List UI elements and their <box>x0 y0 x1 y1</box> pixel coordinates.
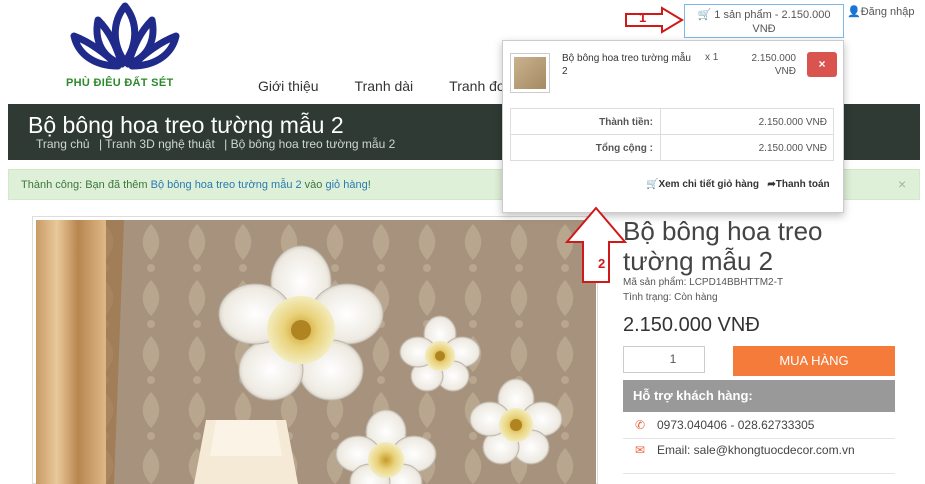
envelope-icon: ✉ <box>635 443 646 457</box>
divider <box>623 473 895 474</box>
alert-prefix: Thành công: Bạn đã thêm <box>21 179 151 191</box>
breadcrumb-home[interactable]: Trang chủ <box>36 137 90 151</box>
view-cart-link[interactable]: 🛒Xem chi tiết giỏ hàng <box>646 179 759 190</box>
breadcrumb-category[interactable]: | Tranh 3D nghệ thuật <box>99 137 215 151</box>
cart-button[interactable]: 🛒 1 sản phẩm - 2.150.000 VNĐ <box>684 4 844 38</box>
contact-email: ✉ Email: sale@khongtuocdecor.com.vn <box>635 443 855 457</box>
product-status: Tình trạng: Còn hàng <box>623 292 718 303</box>
divider <box>623 438 895 439</box>
alert-suffix: ! <box>367 179 371 191</box>
alert-middle: vào <box>301 179 326 191</box>
cart-totals-table: Thành tiền: 2.150.000 VNĐ Tổng cộng : 2.… <box>510 108 834 161</box>
cart-item-quantity: x 1 <box>705 52 719 63</box>
contact-phone-text[interactable]: 0973.040406 - 028.62733305 <box>657 418 814 432</box>
cart-actions: 🛒Xem chi tiết giỏ hàng ➦Thanh toán <box>646 179 830 190</box>
table-row: Tổng cộng : 2.150.000 VNĐ <box>511 135 833 161</box>
alert-cart-link[interactable]: giỏ hàng <box>325 179 367 191</box>
quantity-input[interactable]: 1 <box>623 346 705 373</box>
logo-text: PHÙ ĐIÊU ĐẤT SÉT <box>66 77 174 89</box>
cart-item-price: 2.150.000 VNĐ <box>751 53 797 77</box>
close-icon: × <box>818 57 826 71</box>
checkout-link[interactable]: ➦Thanh toán <box>767 179 829 190</box>
phone-icon: ✆ <box>635 418 646 432</box>
cart-icon: 🛒 <box>646 179 659 190</box>
product-code: Mã sản phẩm: LCPD14BBHTTM2-T <box>623 277 784 288</box>
cart-button-label: 1 sản phẩm - 2.150.000 VNĐ <box>714 9 831 35</box>
product-price: 2.150.000 VNĐ <box>623 314 760 336</box>
subtotal-value: 2.150.000 VNĐ <box>758 117 827 128</box>
alert-product-link[interactable]: Bộ bông hoa treo tường mẫu 2 <box>151 179 302 191</box>
callout-arrow-2 <box>565 206 627 283</box>
cart-item-thumbnail[interactable] <box>510 53 550 93</box>
alert-close-button[interactable]: × <box>898 176 906 192</box>
subtotal-label: Thành tiền: <box>511 109 661 135</box>
table-row: Thành tiền: 2.150.000 VNĐ <box>511 109 833 135</box>
contact-email-text[interactable]: Email: sale@khongtuocdecor.com.vn <box>657 443 855 457</box>
breadcrumb: Trang chủ | Tranh 3D nghệ thuật | Bộ bôn… <box>36 137 401 151</box>
product-image[interactable] <box>36 220 596 484</box>
share-arrow-icon: ➦ <box>767 179 776 190</box>
remove-item-button[interactable]: × <box>807 52 837 77</box>
callout-number-1: 1 <box>639 10 647 25</box>
total-label: Tổng cộng : <box>511 135 661 161</box>
nav-item-gioi-thieu[interactable]: Giới thiệu <box>258 78 319 94</box>
callout-arrow-1 <box>625 6 684 34</box>
callout-number-2: 2 <box>598 256 606 271</box>
support-heading: Hỗ trợ khách hàng: <box>623 380 895 412</box>
cart-item-name[interactable]: Bộ bông hoa treo tường mẫu 2 <box>562 52 697 78</box>
nav-item-tranh-dai[interactable]: Tranh dài <box>355 78 414 94</box>
login-label: Đăng nhập <box>860 6 915 18</box>
checkout-label: Thanh toán <box>775 179 830 190</box>
product-title: Bộ bông hoa treo tường mẫu 2 <box>623 216 823 276</box>
cart-icon: 🛒 <box>697 9 712 21</box>
buy-button[interactable]: MUA HÀNG <box>733 346 895 376</box>
user-icon: 👤 <box>847 6 861 18</box>
view-cart-label: Xem chi tiết giỏ hàng <box>658 179 760 190</box>
total-value: 2.150.000 VNĐ <box>758 143 827 154</box>
page-title: Bộ bông hoa treo tường mẫu 2 <box>28 112 344 138</box>
login-link[interactable]: 👤Đăng nhập <box>847 5 915 18</box>
contact-phone: ✆ 0973.040406 - 028.62733305 <box>635 418 814 432</box>
breadcrumb-current[interactable]: | Bộ bông hoa treo tường mẫu 2 <box>224 137 395 151</box>
